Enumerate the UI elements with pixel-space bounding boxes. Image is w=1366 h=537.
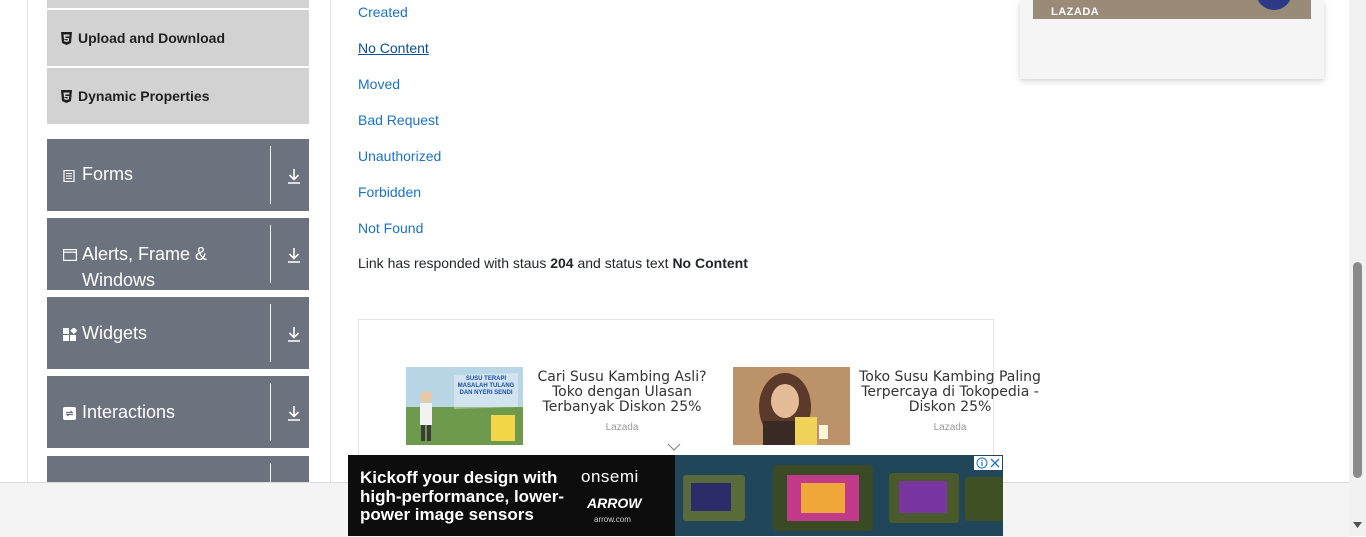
adchoices[interactable] bbox=[974, 456, 1002, 470]
group-divider bbox=[270, 304, 271, 362]
banner-headline: Kickoff your design with high-performanc… bbox=[360, 468, 565, 524]
sidebar-item-partial[interactable] bbox=[47, 0, 309, 8]
link-created[interactable]: Created bbox=[358, 4, 408, 20]
left-panel-border bbox=[27, 0, 28, 483]
group-divider bbox=[270, 225, 271, 283]
scrollbar-thumb[interactable] bbox=[1353, 262, 1362, 478]
group-label: Forms bbox=[82, 164, 133, 184]
link-moved[interactable]: Moved bbox=[358, 76, 400, 92]
download-arrow-icon[interactable] bbox=[286, 246, 302, 264]
link-bad-request[interactable]: Bad Request bbox=[358, 112, 439, 128]
group-divider bbox=[270, 146, 271, 204]
download-arrow-icon[interactable] bbox=[286, 404, 302, 422]
sidebar-item-label: Dynamic Properties bbox=[78, 88, 210, 104]
sidebar-group-widgets[interactable]: Widgets bbox=[47, 297, 309, 369]
sidebar-group-alerts-frame-windows[interactable]: Alerts, Frame & Windows bbox=[47, 218, 309, 290]
sidebar-group-interactions[interactable]: Interactions bbox=[47, 376, 309, 448]
html5-icon bbox=[61, 31, 72, 45]
ad-title-1[interactable]: Cari Susu Kambing Asli? Toko dengan Ulas… bbox=[528, 370, 716, 415]
image-sensor-graphic bbox=[675, 455, 1003, 536]
download-arrow-icon[interactable] bbox=[286, 325, 302, 343]
ad-source-1: Lazada bbox=[605, 422, 639, 433]
sidebar-item-upload-download[interactable]: Upload and Download bbox=[47, 10, 309, 66]
group-label: Widgets bbox=[82, 323, 148, 343]
sidebar-item-label: Upload and Download bbox=[78, 30, 225, 46]
widgets-icon bbox=[63, 328, 77, 341]
download-arrow-icon[interactable] bbox=[286, 167, 302, 185]
bottom-banner-ad[interactable]: Kickoff your design with high-performanc… bbox=[348, 455, 1003, 536]
link-forbidden[interactable]: Forbidden bbox=[358, 184, 421, 200]
status-code: 204 bbox=[550, 255, 574, 271]
interactions-icon bbox=[63, 407, 76, 420]
html5-icon bbox=[61, 89, 72, 103]
ad-title-2[interactable]: Toko Susu Kambing Paling Terpercaya di T… bbox=[852, 370, 1048, 415]
sidebar-item-dynamic-properties[interactable]: Dynamic Properties bbox=[47, 68, 309, 124]
close-icon[interactable] bbox=[989, 457, 1001, 469]
status-prefix: Link has responded with staus bbox=[358, 255, 547, 271]
sidebar-group-forms[interactable]: Forms bbox=[47, 139, 309, 211]
banner-brand-onsemi: onsemi bbox=[581, 467, 639, 486]
group-label-line1: Alerts, Frame & bbox=[82, 244, 208, 264]
ad-image-1-text: SUSU TERAPI MASALAH TULANG DAN NYERI SEN… bbox=[457, 376, 515, 396]
group-label-line2: Windows bbox=[82, 270, 156, 290]
link-unauthorized[interactable]: Unauthorized bbox=[358, 148, 441, 164]
status-middle: and status text bbox=[577, 255, 669, 271]
ad-image-2[interactable] bbox=[733, 367, 850, 445]
group-divider bbox=[270, 383, 271, 441]
ad-source-2: Lazada bbox=[933, 422, 967, 433]
side-ad-card[interactable]: LAZADA bbox=[1020, 0, 1324, 79]
banner-url: arrow.com bbox=[594, 515, 631, 524]
window-icon bbox=[63, 249, 77, 261]
link-not-found[interactable]: Not Found bbox=[358, 220, 423, 236]
left-panel-divider bbox=[330, 0, 331, 483]
chevron-down-icon[interactable] bbox=[667, 443, 681, 451]
group-label: Interactions bbox=[82, 402, 176, 422]
info-icon[interactable] bbox=[976, 457, 988, 469]
link-response-message: Link has responded with staus 204 and st… bbox=[358, 255, 748, 271]
form-icon bbox=[63, 170, 75, 182]
banner-brand-arrow: ARROW bbox=[587, 495, 642, 511]
status-text: No Content bbox=[672, 255, 748, 271]
link-no-content[interactable]: No Content bbox=[358, 40, 429, 56]
ad-brand: LAZADA bbox=[1051, 6, 1100, 18]
scroll-down-arrow-icon[interactable] bbox=[1353, 522, 1362, 528]
